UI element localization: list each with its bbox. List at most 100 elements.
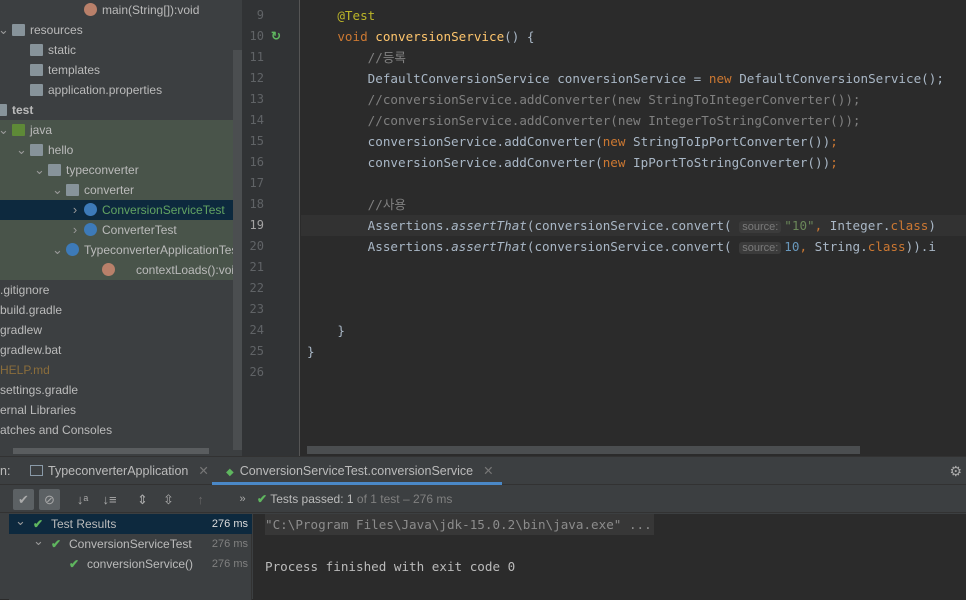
- test-result-item[interactable]: ⌄ ✔ ConversionServiceTest 276 ms: [9, 531, 252, 554]
- tree-item-label: ConverterTest: [102, 223, 177, 237]
- show-passed-check-icon[interactable]: ✔: [13, 489, 34, 510]
- line-number: 26: [249, 365, 264, 379]
- project-tree-scrollbar[interactable]: [233, 50, 242, 450]
- tree-item[interactable]: ⌄ typeconverter: [0, 160, 242, 180]
- code-line[interactable]: DefaultConversionService conversionServi…: [307, 68, 944, 89]
- test-results-tree: ⌄ ✔ Test Results 276 ms ⌄ ✔ ConversionServiceT…: [9, 511, 252, 600]
- tree-item[interactable]: ⌄ hello: [0, 140, 242, 160]
- tab-conversion-service-test[interactable]: ◆ ConversionServiceTest.conversionService…: [212, 457, 502, 485]
- tree-item[interactable]: HELP.md: [0, 360, 242, 380]
- tree-item[interactable]: .gitignore: [0, 280, 242, 300]
- folder-icon: [30, 64, 43, 76]
- project-tree-hscrollbar[interactable]: [13, 448, 209, 454]
- tree-item[interactable]: test: [0, 100, 242, 120]
- collapse-all-icon[interactable]: ⇳: [158, 489, 179, 510]
- class-icon: [84, 203, 97, 216]
- code-line[interactable]: //conversionService.addConverter(new Int…: [307, 110, 861, 131]
- chevron-down-icon[interactable]: ⌄: [0, 20, 9, 40]
- code-editor[interactable]: @Test void conversionService() { //등록 De…: [301, 0, 966, 456]
- test-result-item[interactable]: ✔ conversionService() 276 ms: [9, 554, 252, 574]
- code-line[interactable]: @Test: [307, 5, 375, 26]
- settings-gear-icon[interactable]: ⚙: [949, 457, 962, 485]
- tree-item[interactable]: ⌄ resources: [0, 20, 242, 40]
- tree-item-label: test: [12, 103, 34, 117]
- tree-item-label: converter: [84, 183, 135, 197]
- tree-item[interactable]: settings.gradle: [0, 380, 242, 400]
- method-icon: [84, 3, 97, 16]
- tree-item[interactable]: › ConversionServiceTest: [0, 200, 242, 220]
- tree-item[interactable]: ⌄ converter: [0, 180, 242, 200]
- expand-all-icon[interactable]: ⇕: [132, 489, 153, 510]
- code-token: conversionService.addConverter(: [307, 155, 603, 170]
- line-number: 19: [249, 218, 264, 232]
- code-line[interactable]: }: [307, 341, 315, 362]
- folder-icon: [66, 184, 79, 196]
- line-number: 23: [249, 302, 264, 316]
- more-chevrons-icon[interactable]: »: [232, 489, 253, 510]
- sort-duration-icon[interactable]: ↓≡: [99, 489, 120, 510]
- line-number: 20: [249, 239, 264, 253]
- code-line[interactable]: //등록: [307, 47, 406, 68]
- method-icon: [102, 263, 115, 276]
- code-line[interactable]: void conversionService() {: [307, 26, 535, 47]
- tree-item[interactable]: ernal Libraries: [0, 400, 242, 420]
- tree-item-label: settings.gradle: [0, 383, 79, 397]
- test-icon: ◆: [226, 467, 234, 478]
- chevron-down-icon[interactable]: ⌄: [34, 160, 45, 180]
- tree-item[interactable]: atches and Consoles: [0, 420, 242, 440]
- previous-failed-arrow-up-icon[interactable]: ↑: [190, 489, 211, 510]
- code-line[interactable]: Assertions.assertThat(conversionService.…: [307, 236, 936, 257]
- chevron-right-icon[interactable]: ›: [70, 220, 80, 240]
- properties-file-icon: [30, 84, 43, 96]
- tree-item[interactable]: application.properties: [0, 80, 242, 100]
- status-prefix: Tests passed:: [270, 492, 347, 506]
- tree-item-label: java: [30, 123, 53, 137]
- code-token: ;: [830, 155, 838, 170]
- close-icon[interactable]: ✕: [198, 464, 208, 478]
- chevron-right-icon[interactable]: ›: [70, 200, 80, 220]
- tree-item[interactable]: gradlew.bat: [0, 340, 242, 360]
- folder-icon: [12, 24, 25, 36]
- close-icon[interactable]: ✕: [483, 464, 493, 478]
- test-result-label: conversionService(): [87, 557, 194, 571]
- tab-label: TypeconverterApplication: [48, 464, 189, 478]
- chevron-down-icon[interactable]: ⌄: [52, 180, 63, 200]
- run-test-icon[interactable]: ↻: [271, 26, 281, 47]
- tree-item[interactable]: ⌄ TypeconverterApplicationTests: [0, 240, 242, 260]
- tree-item-label: contextLoads():void: [136, 263, 241, 277]
- tree-item[interactable]: contextLoads():void: [0, 260, 242, 280]
- code-line[interactable]: conversionService.addConverter(new Strin…: [307, 131, 838, 152]
- tree-item[interactable]: gradlew: [0, 320, 242, 340]
- show-ignored-icon[interactable]: ⊘: [39, 489, 60, 510]
- tree-item[interactable]: build.gradle: [0, 300, 242, 320]
- code-token: assertThat: [451, 218, 527, 233]
- tree-item[interactable]: ⌄ java: [0, 120, 242, 140]
- test-result-item[interactable]: ⌄ ✔ Test Results 276 ms: [9, 511, 252, 534]
- code-line[interactable]: //conversionService.addConverter(new Str…: [307, 89, 861, 110]
- tree-item[interactable]: templates: [0, 60, 242, 80]
- sort-alpha-icon[interactable]: ↓ᵃ: [72, 489, 93, 510]
- tab-typeconverter-application[interactable]: TypeconverterApplication ✕: [30, 457, 209, 485]
- tree-item[interactable]: main(String[]):void: [0, 0, 242, 20]
- editor-hscrollbar[interactable]: [307, 446, 860, 454]
- chevron-down-icon[interactable]: ⌄: [52, 240, 63, 260]
- code-line[interactable]: //사용: [307, 194, 406, 215]
- code-token: () {: [504, 29, 535, 44]
- code-line[interactable]: conversionService.addConverter(new IpPor…: [307, 152, 838, 173]
- tree-item-label: ConversionServiceTest: [102, 203, 225, 217]
- chevron-down-icon[interactable]: ⌄: [33, 531, 44, 551]
- code-token: @Test: [337, 8, 376, 23]
- code-line[interactable]: Assertions.assertThat(conversionService.…: [307, 215, 936, 236]
- code-line[interactable]: }: [307, 320, 345, 341]
- chevron-down-icon[interactable]: ⌄: [15, 511, 26, 531]
- line-number: 12: [249, 71, 264, 85]
- chevron-down-icon[interactable]: ⌄: [16, 140, 27, 160]
- chevron-down-icon[interactable]: ⌄: [0, 120, 9, 140]
- tree-item-label: gradlew: [0, 323, 43, 337]
- tree-item[interactable]: › ConverterTest: [0, 220, 242, 240]
- tree-item[interactable]: static: [0, 40, 242, 60]
- code-token: //사용: [367, 197, 407, 212]
